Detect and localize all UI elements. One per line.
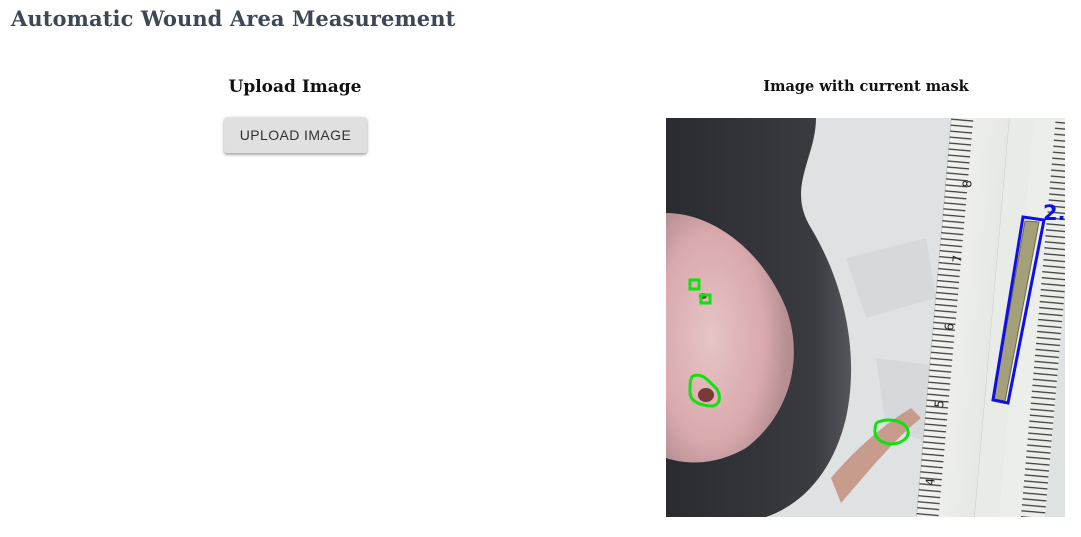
upload-heading: Upload Image: [228, 77, 362, 97]
ruler-number: 6: [942, 322, 957, 331]
reference-size-label: 2.: [1043, 201, 1065, 225]
wound-image-canvas: 8 7 6 5 4 2.: [666, 118, 1065, 517]
ruler-number: 4: [923, 477, 938, 486]
upload-image-button[interactable]: UPLOAD IMAGE: [224, 117, 367, 153]
ruler-number: 5: [932, 399, 947, 408]
mask-image-heading: Image with current mask: [763, 78, 969, 95]
ruler-number: 7: [950, 254, 965, 263]
app-title: Automatic Wound Area Measurement: [11, 6, 456, 31]
wound-spot: [698, 388, 714, 402]
wound-image-with-mask: 8 7 6 5 4 2.: [666, 118, 1065, 517]
ruler-number: 8: [960, 179, 975, 188]
